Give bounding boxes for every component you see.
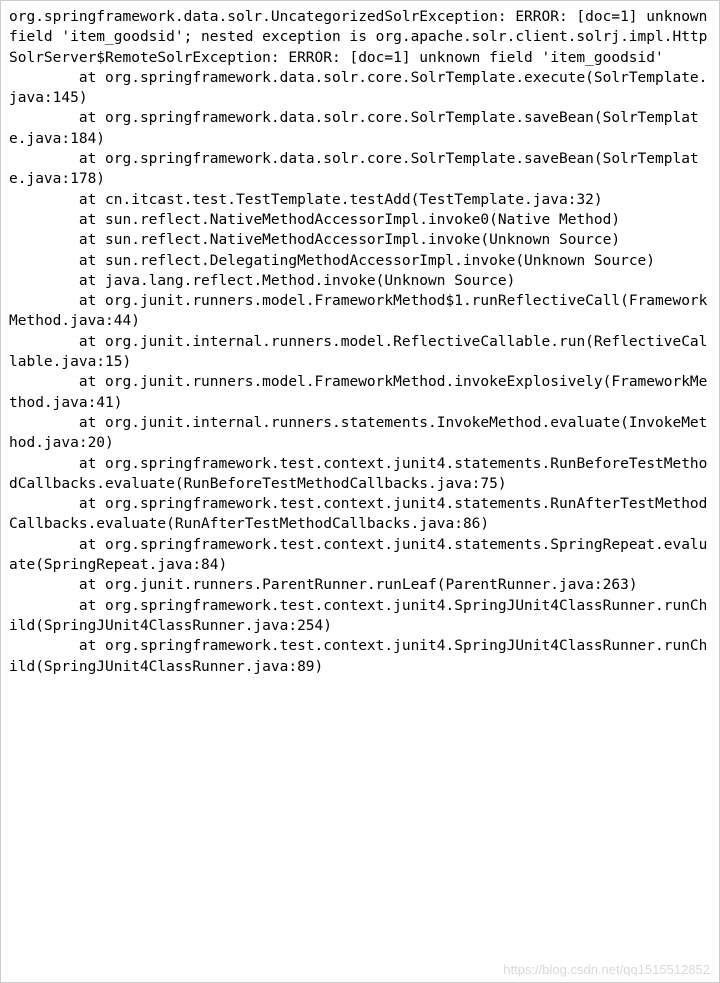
watermark-text: https://blog.csdn.net/qq1515512852	[503, 961, 710, 979]
stacktrace-block: org.springframework.data.solr.Uncategori…	[9, 7, 711, 677]
